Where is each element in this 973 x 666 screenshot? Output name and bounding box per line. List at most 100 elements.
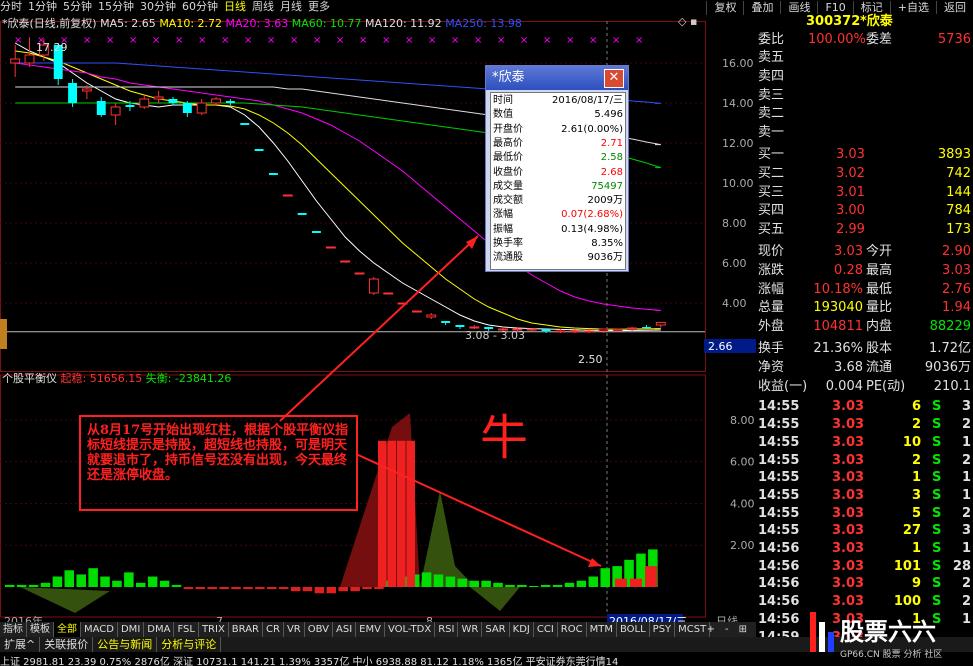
- tick-volume: 5: [911, 505, 921, 521]
- indicator-tab-6[interactable]: FSL: [174, 622, 199, 637]
- panel-row: 委比 100.00% 委差 5736: [756, 30, 973, 49]
- sub-y-axis-label: 4.00: [730, 497, 755, 510]
- tick-time: 14:56: [758, 541, 800, 556]
- indicator-tab-20[interactable]: ROC: [558, 622, 587, 637]
- quote-label: 今开: [866, 244, 893, 259]
- toolbar-button-2[interactable]: 画线: [780, 1, 817, 15]
- period-tab-1[interactable]: 1分钟: [28, 0, 57, 14]
- indicator-tab-23[interactable]: PSY: [650, 622, 676, 637]
- indicator-tab-22[interactable]: BOLL: [617, 622, 650, 637]
- candle: [455, 325, 465, 329]
- popup-titlebar[interactable]: *欣泰 ✕: [486, 66, 628, 90]
- indicator-tab-18[interactable]: KDJ: [510, 622, 534, 637]
- tab-control-0[interactable]: +: [702, 622, 720, 637]
- tick-time: 14:55: [758, 470, 800, 486]
- data-window-popup[interactable]: *欣泰 ✕ 时间 2016/08/17/三 数值 5.496 开盘价 2.61(0.00%…: [485, 65, 629, 272]
- candle-body: [10, 58, 21, 64]
- sell-level-label: 卖三: [758, 87, 785, 103]
- toolbar-button-0[interactable]: 复权: [706, 1, 743, 15]
- tick-time: 14:55: [758, 399, 800, 415]
- balance-bar-recent: [630, 578, 642, 587]
- indicator-tab-9[interactable]: CR: [263, 622, 284, 637]
- indicator-tab-21[interactable]: MTM: [587, 622, 617, 637]
- indicator-tab-14[interactable]: VOL-TDX: [385, 622, 436, 637]
- period-tab-2[interactable]: 5分钟: [63, 0, 92, 14]
- period-tab-5[interactable]: 60分钟: [182, 0, 218, 14]
- indicator-tab-19[interactable]: CCI: [534, 622, 558, 637]
- candle-body: [125, 105, 135, 107]
- panel-row: 14:55 3.03 5 S 2: [756, 505, 973, 523]
- close-button[interactable]: ✕: [604, 69, 624, 88]
- sub-indicator-name[interactable]: 个股平衡仪: [2, 372, 57, 385]
- tab-control-1[interactable]: -: [720, 622, 734, 637]
- candle-body: [312, 231, 321, 233]
- indicator-tab-1[interactable]: 模板: [27, 622, 54, 637]
- indicator-tab-2[interactable]: 全部: [54, 622, 81, 637]
- bottom-tab-2[interactable]: 公告与新闻: [93, 637, 158, 652]
- indicator-tab-11[interactable]: OBV: [305, 622, 333, 637]
- balance-bar: [16, 584, 27, 587]
- candle-body: [526, 328, 537, 331]
- indicator-tab-3[interactable]: MACD: [81, 622, 118, 637]
- indicator-tab-15[interactable]: RSI: [435, 622, 459, 637]
- tab-control-2[interactable]: ⊞: [734, 622, 752, 637]
- balance-bar: [278, 587, 289, 590]
- arrow-line-to-popup: [279, 235, 479, 422]
- period-tab-3[interactable]: 15分钟: [98, 0, 134, 14]
- balance-bar: [171, 584, 182, 587]
- left-expand-handle[interactable]: [0, 319, 7, 349]
- candle: [541, 329, 551, 333]
- balance-bar: [552, 584, 563, 587]
- indicator-tab-17[interactable]: SAR: [482, 622, 510, 637]
- bottom-tab-3[interactable]: 分析与评论: [157, 637, 222, 652]
- candle-body: [168, 99, 178, 103]
- panel-row: 14:55 3.03 27 S 3: [756, 522, 973, 540]
- indicator-tab-10[interactable]: VR: [284, 622, 305, 637]
- balance-bar: [52, 576, 63, 587]
- indicator-tab-13[interactable]: EMV: [356, 622, 385, 637]
- balance-bar: [88, 568, 98, 587]
- toolbar-button-3[interactable]: F10: [817, 1, 852, 15]
- indicator-tab-5[interactable]: DMA: [144, 622, 175, 637]
- kline-title: *欣泰(日线,前复权): [2, 17, 97, 30]
- candle: [354, 272, 365, 275]
- toolbar-button-6[interactable]: 返回: [936, 1, 973, 15]
- low-price-mark: 2.50: [578, 353, 603, 366]
- indicator-tab-8[interactable]: BRAR: [229, 622, 263, 637]
- panel-row: 卖二: [756, 105, 973, 124]
- tick-time: 14:55: [758, 505, 800, 521]
- tick-count: 1: [961, 470, 971, 486]
- panel-row: 净资 3.68 流通 9036万: [756, 359, 973, 378]
- panel-row: 涨幅 10.18% 最低 2.76: [756, 281, 973, 300]
- watermark-subtext: GP66.CN 股票 分析 社区: [840, 648, 942, 660]
- signal-cross-mark: ×: [405, 35, 413, 46]
- bottom-tab-1[interactable]: 关联报价: [40, 637, 94, 652]
- period-tab-6[interactable]: 日线: [224, 0, 246, 14]
- indicator-tab-0[interactable]: 指标: [0, 622, 27, 637]
- period-tab-7[interactable]: 周线: [252, 0, 274, 14]
- chart-options-icon[interactable]: ◇ ▪: [678, 15, 697, 28]
- period-tab-0[interactable]: 分时: [0, 0, 22, 14]
- tick-side: S: [932, 417, 942, 433]
- toolbar-button-1[interactable]: 叠加: [743, 1, 780, 15]
- tick-price: 3.03: [832, 558, 865, 574]
- balance-bar: [529, 585, 539, 587]
- toolbar-button-4[interactable]: 标记: [852, 1, 890, 15]
- kline-chart[interactable]: × × × × × × × × × × × × × × × × × × × × × × × × × × × × 16.0014.001…: [0, 14, 756, 636]
- candle-body: [612, 328, 623, 332]
- indicator-tab-12[interactable]: ASI: [333, 622, 357, 637]
- bottom-tab-0[interactable]: 扩展^: [0, 637, 41, 652]
- period-tab-4[interactable]: 30分钟: [140, 0, 176, 14]
- candle: [254, 149, 264, 151]
- balance-bar: [231, 587, 241, 590]
- toolbar-button-5[interactable]: +自选: [889, 1, 936, 15]
- popup-row-value: 2009万: [587, 195, 623, 207]
- ma250-label: MA250: 13.98: [445, 17, 522, 30]
- period-tab-8[interactable]: 月线: [280, 0, 302, 14]
- period-tab-9[interactable]: 更多: [308, 0, 330, 14]
- candle: [240, 123, 250, 125]
- indicator-tab-4[interactable]: DMI: [118, 622, 145, 637]
- tick-side: S: [932, 576, 942, 592]
- indicator-tab-16[interactable]: WR: [458, 622, 483, 637]
- indicator-tab-7[interactable]: TRIX: [199, 622, 229, 637]
